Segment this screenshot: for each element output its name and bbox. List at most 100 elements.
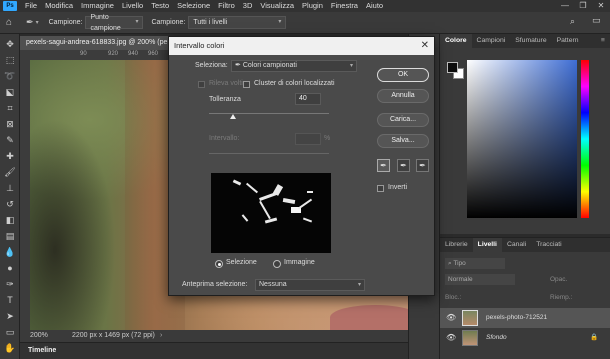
tab-livelli[interactable]: Livelli xyxy=(472,238,502,252)
layer-thumbnail xyxy=(462,310,478,326)
visibility-eye-icon[interactable]: 👁 xyxy=(446,328,456,348)
eyedropper-icon[interactable]: ✒ xyxy=(377,159,390,172)
blur-tool-icon[interactable]: 💧 xyxy=(3,246,17,258)
type-tool-icon[interactable]: T xyxy=(3,294,17,306)
panel-menu-icon[interactable]: ≡ xyxy=(596,34,610,48)
layer-filter-select[interactable]: ⌕ Tipo xyxy=(445,258,505,269)
chevron-down-icon[interactable]: ▾ xyxy=(36,19,39,26)
sample-layers-select[interactable]: Tutti i livelli ▾ xyxy=(188,16,287,29)
minimize-icon[interactable]: — xyxy=(556,0,574,12)
frame-tool-icon[interactable]: ⊠ xyxy=(3,118,17,130)
dialog-title: Intervallo colori xyxy=(169,37,434,55)
tolerance-slider-track[interactable] xyxy=(209,113,329,114)
detect-faces-label: Rileva volti xyxy=(209,80,243,87)
invert-checkbox[interactable] xyxy=(377,185,384,192)
menu-livello[interactable]: Livello xyxy=(118,0,147,12)
zoom-level[interactable]: 200% xyxy=(30,330,48,342)
menu-plugin[interactable]: Plugin xyxy=(298,0,327,12)
menu-filtro[interactable]: Filtro xyxy=(214,0,239,12)
window-controls: — ❐ ✕ xyxy=(556,0,610,12)
menu-3d[interactable]: 3D xyxy=(239,0,257,12)
visibility-eye-icon[interactable]: 👁 xyxy=(446,308,456,328)
foreground-color-swatch[interactable] xyxy=(447,62,458,73)
tab-pattern[interactable]: Pattern xyxy=(552,34,584,48)
chevron-down-icon: ▾ xyxy=(357,282,361,288)
layer-name[interactable]: Sfondo xyxy=(486,328,507,348)
rectangle-tool-icon[interactable]: ▭ xyxy=(3,326,17,338)
localized-clusters-label: Cluster di colori localizzati xyxy=(254,80,335,87)
layer-name[interactable]: pexels-photo-712521 xyxy=(486,308,547,328)
menu-testo[interactable]: Testo xyxy=(147,0,173,12)
hue-slider[interactable] xyxy=(581,60,589,218)
preview-highlight xyxy=(232,179,242,186)
workspace-icon[interactable]: ▭ xyxy=(592,15,601,26)
select-dropdown-value: Colori campionati xyxy=(242,62,297,69)
object-selection-tool-icon[interactable]: ⬕ xyxy=(3,86,17,98)
ok-button[interactable]: OK xyxy=(377,68,429,82)
blend-mode-select[interactable]: Normale xyxy=(445,274,515,285)
eyedropper-tool-icon[interactable]: ✒ xyxy=(26,17,34,28)
selection-preview-select[interactable]: Nessuna ▾ xyxy=(255,279,365,291)
move-tool-icon[interactable]: ✥ xyxy=(3,38,17,50)
clone-stamp-icon[interactable]: ⊥ xyxy=(3,182,17,194)
preview-highlight xyxy=(241,214,249,222)
tab-campioni[interactable]: Campioni xyxy=(472,34,511,48)
sample-size-select[interactable]: Punto campione ▾ xyxy=(85,14,144,32)
menu-immagine[interactable]: Immagine xyxy=(77,0,118,12)
pen-tool-icon[interactable]: ✑ xyxy=(3,278,17,290)
load-button[interactable]: Carica... xyxy=(377,113,429,127)
image-radio[interactable] xyxy=(273,260,281,268)
tab-canali[interactable]: Canali xyxy=(502,238,531,252)
home-icon[interactable]: ⌂ xyxy=(6,17,12,28)
tab-colore[interactable]: Colore xyxy=(440,34,472,48)
brush-tool-icon[interactable]: 🖌 xyxy=(3,166,17,178)
chevron-down-icon: ▾ xyxy=(135,19,139,25)
selection-radio[interactable] xyxy=(215,260,223,268)
menu-modifica[interactable]: Modifica xyxy=(41,0,77,12)
dodge-tool-icon[interactable]: ● xyxy=(3,262,17,274)
eraser-tool-icon[interactable]: ◧ xyxy=(3,214,17,226)
tolerance-slider-thumb[interactable] xyxy=(230,114,236,119)
tab-librerie[interactable]: Librerie xyxy=(440,238,473,252)
selection-preview-label: Anteprima selezione: xyxy=(182,281,248,288)
maximize-icon[interactable]: ❐ xyxy=(574,0,592,12)
selection-radio-label: Selezione xyxy=(226,259,257,266)
sample-label: Campione: xyxy=(48,19,83,26)
menu-aiuto[interactable]: Aiuto xyxy=(362,0,387,12)
detect-faces-checkbox[interactable] xyxy=(198,81,205,88)
saturation-value-field[interactable] xyxy=(467,60,577,218)
layer-row[interactable]: 👁 Sfondo 🔒 xyxy=(440,328,610,348)
eyedropper-icon[interactable]: ✎ xyxy=(3,134,17,146)
preview-highlight xyxy=(297,198,313,210)
path-selection-icon[interactable]: ➤ xyxy=(3,310,17,322)
close-window-icon[interactable]: ✕ xyxy=(592,0,610,12)
close-icon[interactable]: ✕ xyxy=(421,37,429,55)
opacity-label: Opac. xyxy=(550,276,568,283)
menu-visualizza[interactable]: Visualizza xyxy=(256,0,298,12)
menu-selezione[interactable]: Selezione xyxy=(173,0,214,12)
tab-sfumature[interactable]: Sfumature xyxy=(510,34,551,48)
tolerance-input[interactable]: 40 xyxy=(295,93,321,105)
layer-row[interactable]: 👁 pexels-photo-712521 xyxy=(440,308,610,328)
localized-clusters-checkbox[interactable] xyxy=(243,81,250,88)
search-icon[interactable]: ⌕ xyxy=(570,16,575,27)
timeline-panel-tab[interactable]: Timeline xyxy=(20,342,408,359)
gradient-tool-icon[interactable]: ▤ xyxy=(3,230,17,242)
lasso-tool-icon[interactable]: ➰ xyxy=(3,70,17,82)
document-tab[interactable]: pexels-sagui-andrea-618833.jpg @ 200% (p… xyxy=(20,36,170,50)
crop-tool-icon[interactable]: ⌗ xyxy=(3,102,17,114)
select-dropdown[interactable]: ✒ Colori campionati ▾ xyxy=(231,60,357,72)
eyedropper-plus-icon[interactable]: ✒ xyxy=(397,159,410,172)
eyedropper-minus-icon[interactable]: ✒ xyxy=(416,159,429,172)
menu-file[interactable]: File xyxy=(21,0,41,12)
healing-brush-icon[interactable]: ✚ xyxy=(3,150,17,162)
save-button[interactable]: Salva... xyxy=(377,134,429,148)
hand-tool-icon[interactable]: ✋ xyxy=(3,342,17,354)
marquee-tool-icon[interactable]: ⬚ xyxy=(3,54,17,66)
cancel-button[interactable]: Annulla xyxy=(377,89,429,103)
tab-tracciati[interactable]: Tracciati xyxy=(531,238,566,252)
chevron-right-icon[interactable]: › xyxy=(160,330,162,342)
eyedropper-icon: ✒ xyxy=(235,62,243,69)
history-brush-icon[interactable]: ↺ xyxy=(3,198,17,210)
menu-finestra[interactable]: Finestra xyxy=(327,0,362,12)
